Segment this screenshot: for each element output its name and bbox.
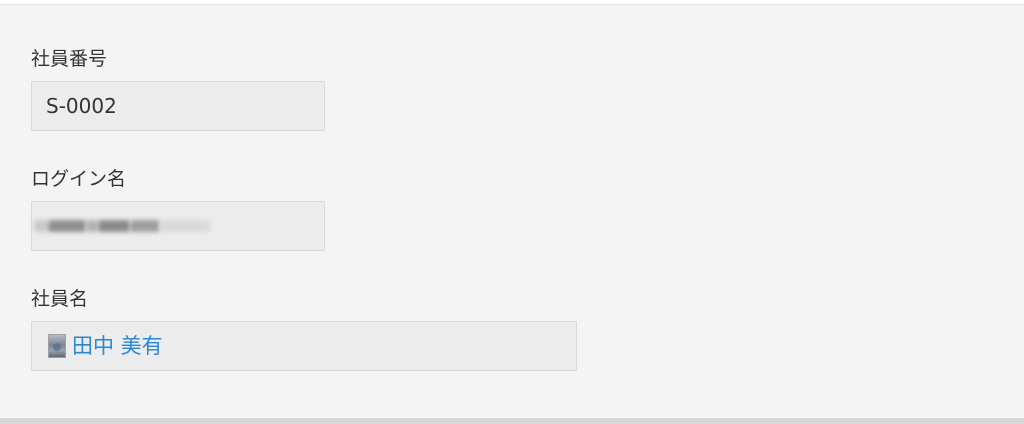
employee-user-link[interactable]: 田中 美有 [48,334,163,358]
user-avatar-icon[interactable] [48,334,66,358]
login-name-field [31,201,325,251]
employee-number-value: S-0002 [46,94,117,118]
employee-number-label: 社員番号 [31,48,108,70]
login-name-label: ログイン名 [31,168,127,190]
bottom-divider [0,418,1024,424]
employee-name-field: 田中 美有 [31,321,577,371]
employee-detail-panel: 社員番号 S-0002 ログイン名 社員名 田中 美有 [0,4,1024,418]
employee-number-field: S-0002 [31,81,325,131]
login-name-redacted-value [32,216,212,236]
employee-name-label: 社員名 [31,288,89,310]
employee-name-link[interactable]: 田中 美有 [72,334,163,358]
